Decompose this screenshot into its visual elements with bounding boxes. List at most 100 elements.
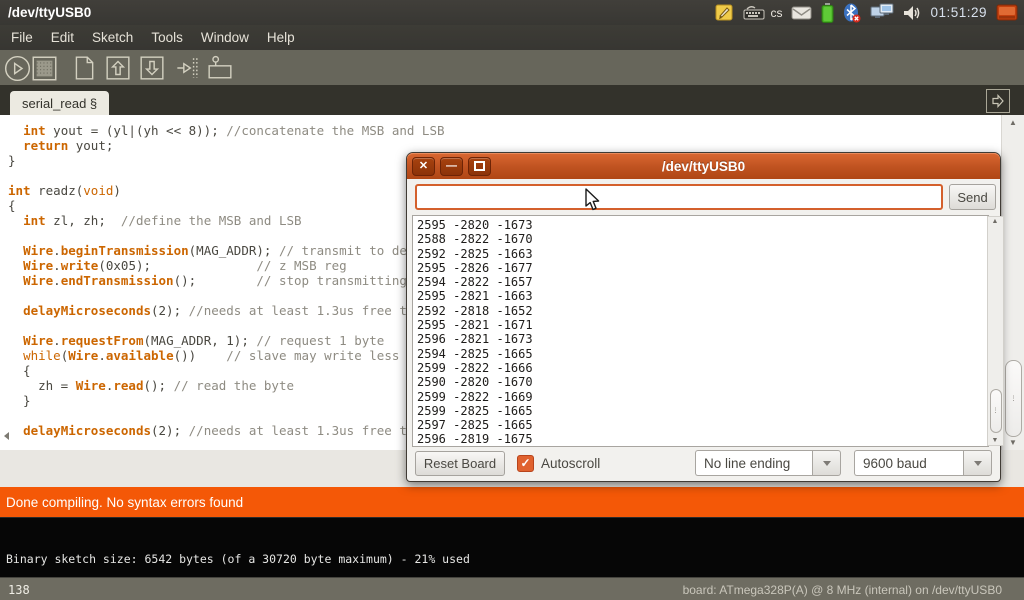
upload-button[interactable] [172,55,199,82]
tab-menu-button[interactable] [986,89,1010,113]
compile-status-bar: Done compiling. No syntax errors found [0,487,1024,517]
menu-sketch[interactable]: Sketch [83,27,142,48]
serial-input[interactable] [415,184,943,210]
serial-line: 2599 -2825 -1665 [417,404,533,418]
menu-window[interactable]: Window [192,27,258,48]
keyboard-layout-label[interactable]: cs [770,6,782,20]
code-line [8,318,445,333]
serial-output-text: 2595 -2820 -16732588 -2822 -16702592 -28… [417,218,533,447]
scroll-up-icon[interactable]: ▲ [1002,118,1024,127]
serial-line: 2592 -2825 -1663 [417,247,533,261]
serial-line: 2595 -2826 -1677 [417,261,533,275]
tab-bar: serial_read § [0,85,1024,115]
serial-scroll-thumb[interactable]: ⋮ [990,389,1002,433]
autoscroll-label: Autoscroll [541,456,600,471]
baud-rate-select[interactable]: 9600 baud [854,450,992,476]
baud-dropdown-button[interactable] [963,450,992,476]
serial-line: 2596 -2821 -1673 [417,332,533,346]
bluetooth-icon[interactable] [843,2,861,24]
code-line: } [8,393,445,408]
code-line: { [8,198,445,213]
line-ending-value: No line ending [695,450,812,476]
serial-line: 2599 -2822 -1666 [417,361,533,375]
editor-scroll-thumb[interactable]: ⋮ [1005,360,1022,437]
code-line: Wire.endTransmission(); // stop transmit… [8,273,445,288]
serial-line: 2594 -2825 -1665 [417,347,533,361]
network-icon[interactable] [870,2,894,24]
serial-input-row: Send [407,179,1000,215]
code-line: { [8,363,445,378]
code-line: int yout = (yl|(yh << 8)); //concatenate… [8,123,445,138]
baud-rate-value: 9600 baud [854,450,963,476]
code-line [8,228,445,243]
scroll-down-icon[interactable]: ▼ [1002,438,1024,447]
session-icon[interactable] [996,2,1018,24]
new-sketch-button[interactable] [70,55,97,82]
serial-line: 2595 -2821 -1663 [417,289,533,303]
keyboard-layout-icon[interactable] [743,2,765,24]
code-line [8,288,445,303]
code-line: int readz(void) [8,183,445,198]
top-panel: /dev/ttyUSB0 cs 01:51: [0,0,1024,25]
mail-icon[interactable] [791,2,812,24]
serial-monitor-window[interactable]: /dev/ttyUSB0 ✕ — Send 2595 -2820 -167325… [406,152,1001,482]
close-button[interactable]: ✕ [412,157,435,176]
code-line: } [8,153,445,168]
stop-button[interactable] [31,55,58,82]
hscroll-left-arrow-icon[interactable] [4,432,9,440]
volume-icon[interactable] [903,2,921,24]
serial-monitor-controls: Reset Board ✓ Autoscroll No line ending … [407,445,1000,481]
line-ending-dropdown-button[interactable] [812,450,841,476]
code-line: Wire.beginTransmission(MAG_ADDR); // tra… [8,243,445,258]
status-bottom-bar: 138 board: ATmega328P(A) @ 8 MHz (intern… [0,577,1024,600]
tab-serial-read[interactable]: serial_read § [10,91,109,115]
scroll-down-icon[interactable]: ▼ [988,437,1002,444]
clock[interactable]: 01:51:29 [930,5,987,20]
autoscroll-checkbox[interactable]: ✓ [517,455,534,472]
code-text: int yout = (yl|(yh << 8)); //concatenate… [8,123,445,438]
mouse-cursor-icon [585,188,602,217]
maximize-button[interactable] [468,157,491,176]
battery-icon[interactable] [821,2,834,24]
code-line: Wire.write(0x05); // z MSB reg [8,258,445,273]
menu-file[interactable]: File [2,27,42,48]
code-line: delayMicroseconds(2); //needs at least 1… [8,423,445,438]
line-ending-select[interactable]: No line ending [695,450,841,476]
serial-output-area[interactable]: 2595 -2820 -16732588 -2822 -16702592 -28… [412,215,989,447]
serial-monitor-title: /dev/ttyUSB0 [407,159,1000,174]
editor-vertical-scrollbar[interactable]: ▲ ⋮ ▼ [1001,115,1024,450]
screen: /dev/ttyUSB0 cs 01:51: [0,0,1024,600]
minimize-button[interactable]: — [440,157,463,176]
open-button[interactable] [104,55,131,82]
window-title: /dev/ttyUSB0 [0,5,91,20]
code-line [8,168,445,183]
code-line: zh = Wire.read(); // read the byte [8,378,445,393]
tab-label: serial_read § [22,96,97,111]
build-console[interactable]: Binary sketch size: 6542 bytes (of a 307… [0,517,1024,578]
serial-monitor-button[interactable] [206,55,233,82]
scroll-up-icon[interactable]: ▲ [988,218,1002,225]
send-button[interactable]: Send [949,184,996,210]
board-info: board: ATmega328P(A) @ 8 MHz (internal) … [683,583,1024,597]
save-button[interactable] [138,55,165,82]
menu-bar: FileEditSketchToolsWindowHelp [0,25,1024,50]
code-line [8,408,445,423]
chevron-down-icon [823,461,831,466]
verify-button[interactable] [4,55,31,82]
serial-scrollbar[interactable]: ▲ ⋮ ▼ [987,216,1004,446]
console-output: Binary sketch size: 6542 bytes (of a 307… [6,552,470,566]
serial-monitor-titlebar[interactable]: /dev/ttyUSB0 ✕ — [407,153,1000,179]
code-line: Wire.requestFrom(MAG_ADDR, 1); // reques… [8,333,445,348]
cursor-line-number: 138 [0,583,30,597]
reset-board-button[interactable]: Reset Board [415,451,505,476]
system-tray: cs 01:51:29 [715,0,1024,25]
code-line: return yout; [8,138,445,153]
menu-tools[interactable]: Tools [142,27,192,48]
compile-status-message: Done compiling. No syntax errors found [0,495,243,510]
note-icon[interactable] [715,2,734,24]
serial-line: 2592 -2818 -1652 [417,304,533,318]
serial-line: 2594 -2822 -1657 [417,275,533,289]
toolbar [0,50,1024,85]
menu-help[interactable]: Help [258,27,304,48]
menu-edit[interactable]: Edit [42,27,83,48]
